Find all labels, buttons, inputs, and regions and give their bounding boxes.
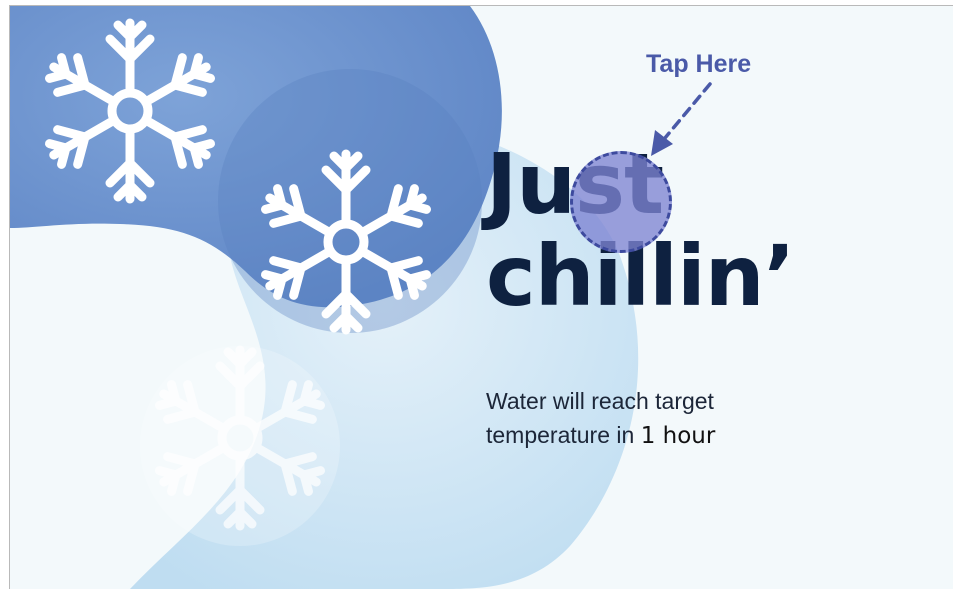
hint-arrow-icon xyxy=(651,82,712,156)
screen: Just chillin’ Water will reach target te… xyxy=(9,5,953,589)
